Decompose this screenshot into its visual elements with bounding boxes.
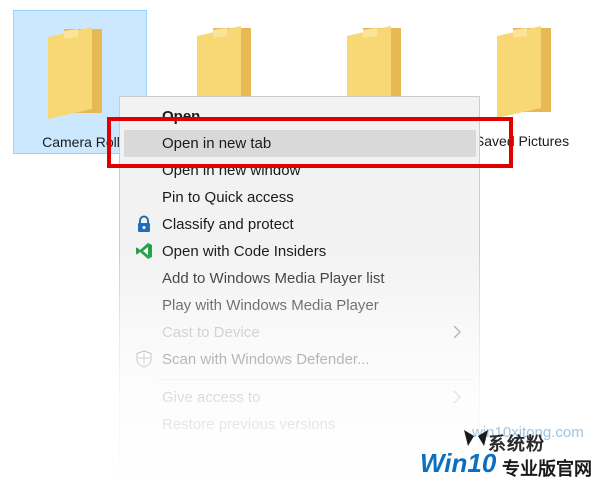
menu-item-classify-and-protect[interactable]: Classify and protect: [124, 211, 476, 238]
menu-item-label: Scan with Windows Defender...: [162, 351, 370, 368]
menu-item-open[interactable]: Open: [124, 103, 476, 130]
menu-item-pin-to-quick-access[interactable]: Pin to Quick access: [124, 184, 476, 211]
defender-shield-icon: [136, 350, 152, 368]
folder-saved-pictures[interactable]: Saved Pictures: [463, 10, 597, 154]
vscode-insiders-icon: [136, 243, 152, 259]
menu-item-label: Pin to Quick access: [162, 189, 294, 206]
menu-item-label: Classify and protect: [162, 216, 294, 233]
menu-item-label: Play with Windows Media Player: [162, 297, 379, 314]
menu-item-label: Open in new window: [162, 162, 301, 179]
menu-item-open-in-new-window[interactable]: Open in new window: [124, 157, 476, 184]
watermark-logo-icon: [464, 430, 488, 446]
menu-item-add-to-wmp-list[interactable]: Add to Windows Media Player list: [124, 265, 476, 292]
menu-item-give-access-to[interactable]: Give access to: [124, 384, 476, 411]
menu-item-label: Open in new tab: [162, 135, 272, 152]
watermark-tagline: 系统粉: [488, 434, 545, 454]
menu-item-open-with-code-insiders[interactable]: Open with Code Insiders: [124, 238, 476, 265]
chevron-right-icon: [453, 325, 461, 339]
menu-item-restore-previous-versions[interactable]: Restore previous versions: [124, 411, 476, 438]
watermark-brand: Win10: [420, 448, 497, 478]
menu-item-label: Cast to Device: [162, 324, 260, 341]
menu-item-label: Open: [162, 108, 201, 125]
menu-separator: [158, 379, 475, 380]
menu-item-open-in-new-tab[interactable]: Open in new tab: [124, 130, 476, 157]
lock-icon: [138, 215, 150, 232]
menu-item-play-with-wmp[interactable]: Play with Windows Media Player: [124, 292, 476, 319]
menu-item-scan-with-defender[interactable]: Scan with Windows Defender...: [124, 346, 476, 373]
folder-icon: [497, 26, 551, 118]
menu-item-label: Open with Code Insiders: [162, 243, 327, 260]
menu-item-cast-to-device[interactable]: Cast to Device: [124, 319, 476, 346]
folder-icon: [48, 27, 102, 119]
menu-item-label: Restore previous versions: [162, 416, 336, 433]
menu-item-label: Give access to: [162, 389, 261, 406]
context-menu: Open Open in new tab Open in new window …: [119, 96, 480, 479]
chevron-right-icon: [453, 390, 461, 404]
watermark-brand-sub: 专业版官网: [502, 459, 592, 479]
menu-item-label: Add to Windows Media Player list: [162, 270, 385, 287]
